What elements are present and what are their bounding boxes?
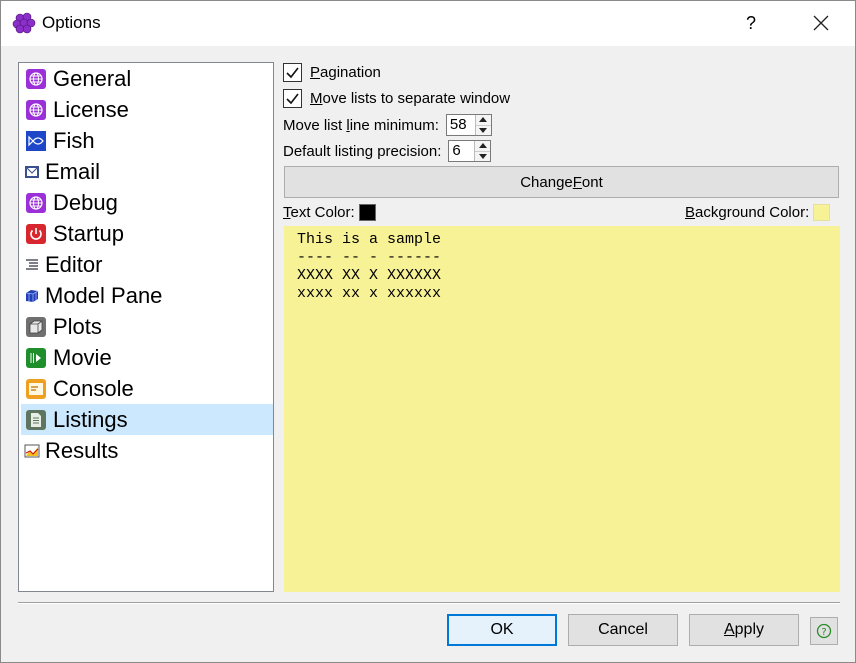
precision-value[interactable]: 6: [449, 141, 474, 161]
sidebar-item-email[interactable]: Email: [21, 156, 273, 187]
background-color-picker[interactable]: Background Color:: [685, 204, 831, 221]
ok-button[interactable]: OK: [447, 614, 557, 646]
console-icon: [26, 378, 46, 399]
move-lists-option[interactable]: Move lists to separate window: [283, 89, 510, 108]
up-arrow-icon: [479, 117, 488, 123]
line-minimum-value[interactable]: 58: [447, 115, 475, 135]
sidebar-item-listings[interactable]: Listings: [21, 404, 273, 435]
document-icon: [26, 409, 46, 430]
sidebar-item-console[interactable]: Console: [21, 373, 273, 404]
text-color-picker[interactable]: Text Color:: [283, 204, 376, 221]
sample-line: This is a sample: [297, 231, 442, 248]
sidebar-item-debug[interactable]: Debug: [21, 187, 273, 218]
sidebar-item-label: General: [53, 65, 132, 91]
context-help-button[interactable]: ?: [810, 617, 838, 645]
pagination-label: Pagination: [310, 64, 381, 81]
checkmark-icon: [286, 67, 299, 79]
sidebar-item-fish[interactable]: Fish: [21, 125, 273, 156]
question-circle-icon: ?: [816, 623, 832, 639]
sidebar-item-model-pane[interactable]: Model Pane: [21, 280, 273, 311]
pagination-option[interactable]: Pagination: [283, 63, 381, 82]
sample-line: ---- -- - ------: [297, 249, 442, 266]
close-icon: [813, 15, 829, 31]
sidebar-item-label: Email: [45, 158, 101, 184]
cube-icon: [25, 289, 39, 302]
sample-line: xxxx xx x xxxxxx: [297, 285, 442, 302]
sidebar-item-license[interactable]: License: [21, 94, 273, 125]
globe-icon: [26, 99, 46, 120]
spin-up-button[interactable]: [475, 141, 491, 151]
line-minimum-label: Move list line minimum:: [283, 116, 439, 134]
window-title: Options: [42, 13, 101, 32]
svg-text:?: ?: [821, 627, 826, 638]
move-lists-checkbox[interactable]: [283, 89, 302, 108]
globe-icon: [26, 68, 46, 89]
text-lines-icon: [26, 258, 38, 270]
down-arrow-icon: [478, 153, 487, 159]
sidebar-item-editor[interactable]: Editor: [21, 249, 273, 280]
sidebar-item-label: Editor: [45, 251, 103, 277]
sidebar-item-label: Plots: [53, 313, 102, 339]
chart-icon: [24, 444, 40, 457]
sidebar-item-label: Startup: [53, 220, 124, 246]
apply-button[interactable]: Apply: [689, 614, 799, 646]
precision-row: Default listing precision: 6: [283, 140, 492, 162]
grape-app-icon: [12, 12, 36, 34]
sidebar-item-label: Console: [53, 375, 134, 401]
line-minimum-row: Move list line minimum: 58: [283, 114, 492, 136]
down-arrow-icon: [479, 127, 488, 133]
spin-down-button[interactable]: [475, 150, 491, 161]
sidebar-item-label: Model Pane: [45, 282, 163, 308]
sample-line: XXXX XX X XXXXXX: [297, 267, 442, 284]
cancel-button[interactable]: Cancel: [568, 614, 678, 646]
title-bar: Options ?: [1, 1, 855, 46]
movie-icon: [26, 347, 46, 368]
sidebar-item-results[interactable]: Results: [21, 435, 273, 466]
sidebar-item-label: Debug: [53, 189, 118, 215]
sidebar-item-general[interactable]: General: [21, 63, 273, 94]
sidebar-item-label: Movie: [53, 344, 112, 370]
font-sample-preview: This is a sample ---- -- - ------ XXXX XX …: [284, 226, 840, 592]
sidebar-item-label: Fish: [53, 127, 95, 153]
text-color-label: Text Color:: [283, 204, 355, 221]
move-lists-label: Move lists to separate window: [310, 90, 511, 107]
up-arrow-icon: [478, 143, 487, 149]
spin-up-button[interactable]: [475, 115, 491, 125]
sidebar-item-plots[interactable]: Plots: [21, 311, 273, 342]
sidebar-item-movie[interactable]: Movie: [21, 342, 273, 373]
envelope-icon: [25, 165, 39, 178]
line-minimum-spinner[interactable]: 58: [445, 114, 492, 136]
background-color-label: Background Color:: [685, 204, 810, 221]
text-color-swatch[interactable]: [358, 204, 376, 221]
sidebar-item-label: Results: [45, 437, 119, 463]
precision-label: Default listing precision:: [283, 142, 442, 160]
background-color-swatch[interactable]: [813, 204, 831, 221]
globe-icon: [26, 192, 46, 213]
divider: [18, 602, 840, 604]
close-button[interactable]: [799, 5, 843, 41]
fish-icon: [26, 130, 46, 151]
options-dialog: Options ? General License Fish Email Deb…: [0, 0, 856, 663]
sidebar-item-label: License: [53, 96, 129, 122]
precision-spinner[interactable]: 6: [448, 140, 492, 162]
sidebar-item-label: Listings: [53, 406, 128, 432]
sidebar-item-startup[interactable]: Startup: [21, 218, 273, 249]
checkmark-icon: [286, 93, 299, 105]
power-icon: [26, 223, 46, 244]
pagination-checkbox[interactable]: [283, 63, 302, 82]
change-font-button[interactable]: Change Font: [284, 166, 839, 198]
box-icon: [26, 316, 46, 337]
help-button[interactable]: ?: [731, 5, 771, 41]
spin-down-button[interactable]: [475, 124, 491, 135]
category-list: General License Fish Email Debug Startup…: [18, 62, 274, 592]
